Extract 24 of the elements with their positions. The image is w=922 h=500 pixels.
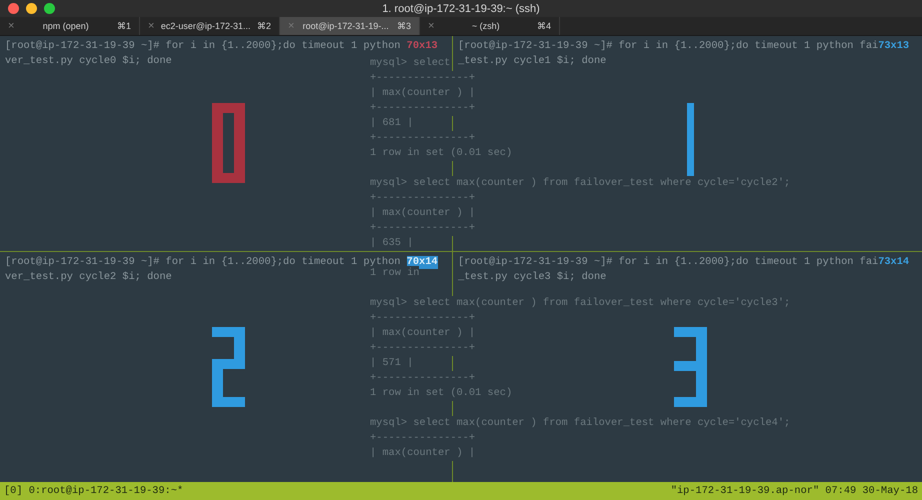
command-line: ver_test.py cycle2 $i; done	[5, 270, 172, 285]
pane-size-label: 70x14	[406, 256, 438, 269]
command-line: _test.py cycle1 $i; done	[458, 54, 606, 69]
command-line: [root@ip-172-31-19-39 ~]# for i in {1..2000};do timeout 1 python	[5, 255, 402, 268]
command-line: _test.py cycle3 $i; done	[458, 270, 606, 285]
command-line: ver_test.py cycle0 $i; done	[5, 54, 172, 69]
minimize-window-button[interactable]	[26, 3, 37, 14]
tab[interactable]: × npm (open) ⌘1	[0, 17, 140, 35]
pane-size-label: 70x13	[406, 40, 438, 53]
command-line: [root@ip-172-31-19-39 ~]# for i in {1..2000};do timeout 1 python	[5, 39, 402, 54]
pane-size-label: 73x14	[878, 256, 910, 269]
tab-close-button[interactable]: ×	[428, 20, 434, 32]
status-right: "ip-172-31-19-39.ap-nor" 07:49 30-May-18	[670, 485, 918, 497]
tab-close-button[interactable]: ×	[148, 20, 154, 32]
zoom-window-button[interactable]	[44, 3, 55, 14]
close-window-button[interactable]	[8, 3, 19, 14]
command-line: [root@ip-172-31-19-39 ~]# for i in {1..2000};do timeout 1 python fai	[458, 39, 878, 54]
pane-size-label: 73x13	[878, 40, 910, 53]
tab-close-button[interactable]: ×	[8, 20, 14, 32]
tab[interactable]: × root@ip-172-31-19-... ⌘3	[280, 17, 420, 35]
window-title: 1. root@ip-172-31-19-39:~ (ssh)	[382, 2, 540, 14]
command-line: [root@ip-172-31-19-39 ~]# for i in {1..2000};do timeout 1 python fai	[458, 255, 878, 270]
tab[interactable]: × ~ (zsh) ⌘4	[420, 17, 560, 35]
status-left: [0] 0:root@ip-172-31-19-39:~*	[4, 485, 184, 497]
